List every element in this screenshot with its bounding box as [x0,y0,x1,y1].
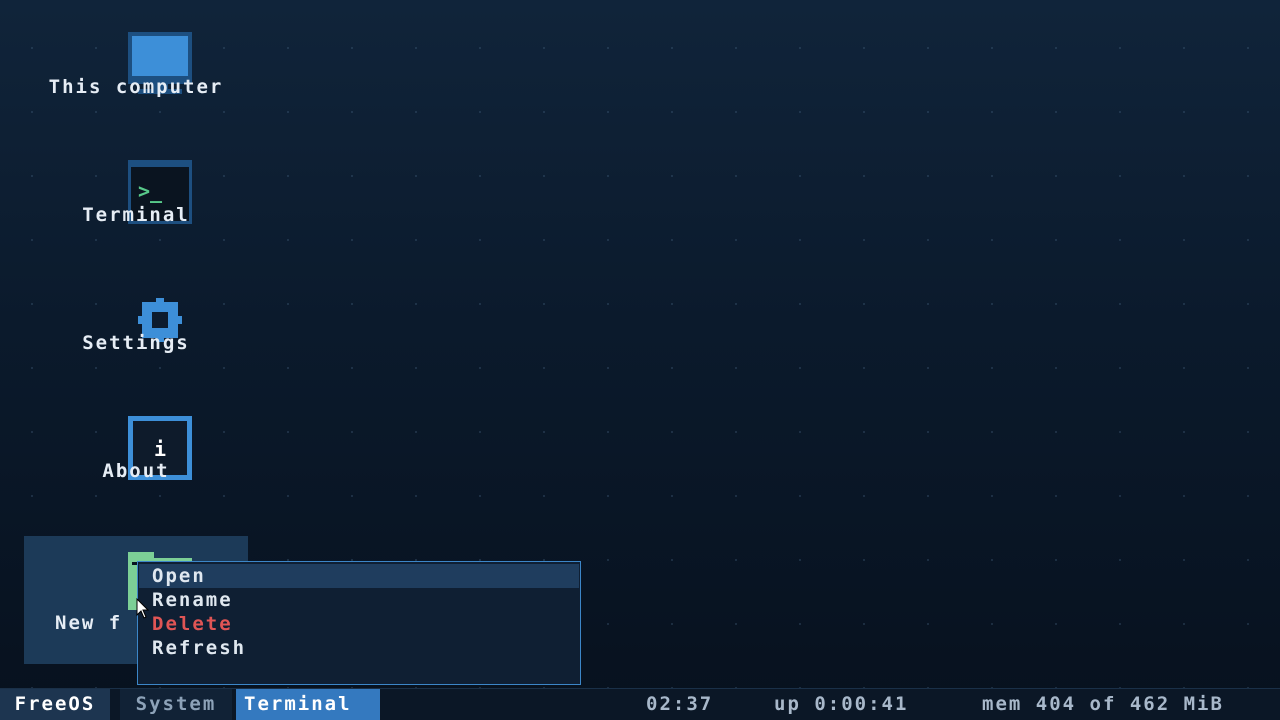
taskbar-item-terminal[interactable]: Terminal [236,689,380,720]
uptime-readout: up 0:00:41 [774,693,909,715]
desktop-icon-label: Settings [82,332,190,354]
desktop-icon-about[interactable]: i About [24,384,248,512]
menu-item-refresh[interactable]: Refresh [139,636,579,660]
menu-item-delete[interactable]: Delete [139,612,579,636]
taskbar: FreeOS System Terminal 02:37 up 0:00:41 … [0,688,1280,720]
mouse-cursor-icon [136,598,150,619]
menu-item-rename[interactable]: Rename [139,588,579,612]
desktop-icon-label: Terminal [82,204,190,226]
taskbar-item-system[interactable]: System [120,689,232,720]
desktop-icon-settings[interactable]: Settings [24,256,248,384]
menu-item-open[interactable]: Open [139,564,579,588]
desktop-icon-this-computer[interactable]: This computer [24,0,248,128]
info-glyph: i [154,437,166,461]
desktop-icon-label: This computer [48,76,224,98]
clock: 02:37 [646,693,714,715]
desktop-icon-terminal[interactable]: >_ Terminal [24,128,248,256]
context-menu: Open Rename Delete Refresh [137,561,581,685]
start-button[interactable]: FreeOS [0,689,110,720]
desktop-icon-label: About [102,460,170,482]
terminal-prompt-glyph: >_ [138,179,163,203]
memory-readout: mem 404 of 462 MiB [982,693,1224,715]
